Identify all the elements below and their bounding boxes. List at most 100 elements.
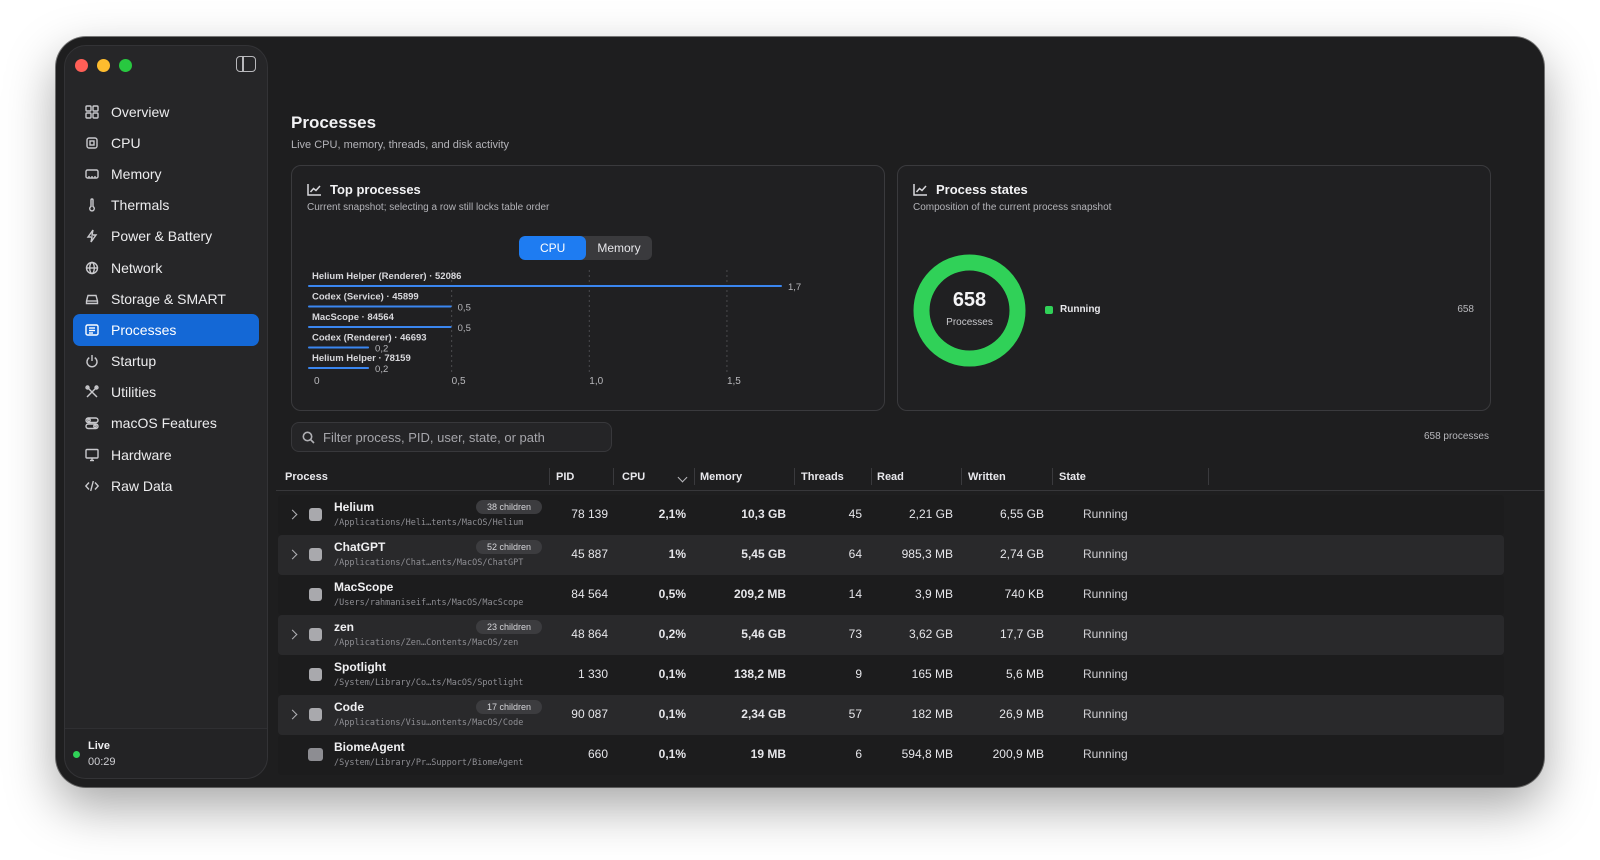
column-divider[interactable] bbox=[794, 468, 795, 485]
column-header-read[interactable]: Read bbox=[877, 463, 904, 491]
sidebar-item-network[interactable]: Network bbox=[73, 252, 259, 283]
sidebar-item-raw-data[interactable]: Raw Data bbox=[73, 470, 259, 501]
expand-chevron-icon[interactable] bbox=[287, 709, 298, 720]
cell-threads: 14 bbox=[848, 587, 862, 601]
process-name: Spotlight bbox=[334, 660, 386, 674]
sidebar-toggle-icon[interactable] bbox=[236, 56, 256, 72]
sidebar-item-utilities[interactable]: Utilities bbox=[73, 377, 259, 408]
column-header-memory[interactable]: Memory bbox=[700, 463, 742, 491]
cell-written: 17,7 GB bbox=[999, 627, 1044, 641]
page-title: Processes bbox=[291, 113, 377, 132]
bar-category-label: Helium Helper (Renderer) · 52086 bbox=[312, 271, 461, 282]
search-icon bbox=[302, 431, 315, 444]
page-subtitle: Live CPU, memory, threads, and disk acti… bbox=[291, 139, 510, 151]
sidebar-item-thermals[interactable]: Thermals bbox=[73, 190, 259, 221]
sidebar-item-storage-smart[interactable]: Storage & SMART bbox=[73, 283, 259, 314]
sidebar-item-startup[interactable]: Startup bbox=[73, 346, 259, 377]
sidebar-item-macos-features[interactable]: macOS Features bbox=[73, 408, 259, 439]
bar-category-label: Helium Helper · 78159 bbox=[312, 353, 411, 364]
cell-written: 200,9 MB bbox=[992, 747, 1044, 761]
column-divider[interactable] bbox=[694, 468, 695, 485]
live-status: Live 00:29 bbox=[65, 728, 267, 778]
sidebar-item-label: Storage & SMART bbox=[111, 290, 226, 307]
sidebar-item-label: Power & Battery bbox=[111, 228, 213, 245]
column-divider[interactable] bbox=[961, 468, 962, 485]
column-header-pid[interactable]: PID bbox=[556, 463, 574, 491]
legend-swatch-running bbox=[1045, 306, 1053, 314]
sidebar-item-label: Startup bbox=[111, 353, 157, 370]
column-header-process[interactable]: Process bbox=[285, 463, 328, 491]
bar bbox=[308, 326, 452, 328]
cell-read: 3,9 MB bbox=[914, 587, 953, 601]
table-header: Process PID CPU Memory Threads Read Writ… bbox=[276, 463, 1544, 491]
sidebar-item-memory[interactable]: Memory bbox=[73, 158, 259, 189]
app-icon bbox=[309, 548, 322, 561]
process-name: BiomeAgent bbox=[334, 740, 405, 754]
column-divider[interactable] bbox=[1208, 468, 1209, 485]
card-title-text: Process states bbox=[936, 182, 1028, 197]
process-name: Code bbox=[334, 700, 364, 714]
cell-pid: 45 887 bbox=[571, 547, 608, 561]
table-row[interactable]: zen /Applications/Zen…Contents/MacOS/zen… bbox=[278, 615, 1504, 655]
bar-value-label: 0,5 bbox=[458, 303, 471, 314]
column-divider[interactable] bbox=[1052, 468, 1053, 485]
app-icon bbox=[309, 588, 322, 601]
column-header-cpu[interactable]: CPU bbox=[622, 463, 645, 491]
zoom-window-button[interactable] bbox=[119, 59, 132, 72]
column-header-threads[interactable]: Threads bbox=[801, 463, 844, 491]
column-header-written[interactable]: Written bbox=[968, 463, 1006, 491]
display-icon bbox=[85, 448, 99, 462]
table-row[interactable]: BiomeAgent /System/Library/Pr…Support/Bi… bbox=[278, 735, 1504, 775]
expand-chevron-icon[interactable] bbox=[287, 509, 298, 520]
sidebar-item-cpu[interactable]: CPU bbox=[73, 127, 259, 158]
table-row[interactable]: Helium /Applications/Heli…tents/MacOS/He… bbox=[278, 495, 1504, 535]
power-icon bbox=[85, 354, 99, 368]
table-row[interactable]: ChatGPT /Applications/Chat…ents/MacOS/Ch… bbox=[278, 535, 1504, 575]
process-path: /Users/rahmaniseif…nts/MacOS/MacScope bbox=[334, 598, 524, 608]
top-processes-card: Top processes Current snapshot; selectin… bbox=[291, 165, 885, 411]
sidebar-item-label: CPU bbox=[111, 134, 141, 151]
line-chart-icon bbox=[913, 184, 927, 196]
sidebar-item-power-battery[interactable]: Power & Battery bbox=[73, 221, 259, 252]
toggles-icon bbox=[85, 416, 99, 430]
sidebar-item-label: Raw Data bbox=[111, 477, 173, 494]
cell-written: 2,74 GB bbox=[999, 547, 1044, 561]
minimize-window-button[interactable] bbox=[97, 59, 110, 72]
children-badge: 52 children bbox=[476, 540, 542, 554]
close-window-button[interactable] bbox=[75, 59, 88, 72]
cell-threads: 45 bbox=[848, 507, 862, 521]
sort-descending-icon[interactable] bbox=[677, 472, 688, 483]
cell-pid: 1 330 bbox=[577, 667, 608, 681]
sidebar-item-overview[interactable]: Overview bbox=[73, 96, 259, 127]
search-input[interactable] bbox=[323, 429, 603, 445]
cell-state: Running bbox=[1083, 707, 1128, 721]
x-tick-label: 0,5 bbox=[452, 376, 466, 387]
process-filter[interactable] bbox=[291, 422, 612, 452]
process-path: /System/Library/Pr…Support/BiomeAgent bbox=[334, 758, 524, 768]
table-row[interactable]: Spotlight /System/Library/Co…ts/MacOS/Sp… bbox=[278, 655, 1504, 695]
cell-state: Running bbox=[1083, 667, 1128, 681]
cell-pid: 84 564 bbox=[571, 587, 608, 601]
cell-memory: 5,45 GB bbox=[741, 547, 786, 561]
column-header-state[interactable]: State bbox=[1059, 463, 1086, 491]
cell-memory: 19 MB bbox=[750, 747, 786, 761]
table-row[interactable]: MacScope /Users/rahmaniseif…nts/MacOS/Ma… bbox=[278, 575, 1504, 615]
app-window: Overview CPU Memory Thermals Power & Bat… bbox=[56, 37, 1544, 787]
sidebar-item-hardware[interactable]: Hardware bbox=[73, 439, 259, 470]
cell-threads: 64 bbox=[848, 547, 862, 561]
cell-threads: 57 bbox=[848, 707, 862, 721]
column-divider[interactable] bbox=[613, 468, 614, 485]
sidebar-item-processes[interactable]: Processes bbox=[73, 314, 259, 346]
bar bbox=[308, 346, 370, 349]
cell-cpu: 0,1% bbox=[658, 747, 686, 761]
expand-chevron-icon[interactable] bbox=[287, 549, 298, 560]
expand-chevron-icon[interactable] bbox=[287, 629, 298, 640]
children-badge: 23 children bbox=[476, 620, 542, 634]
process-states-title: Process states bbox=[913, 182, 1028, 197]
table-row[interactable]: Code /Applications/Visu…ontents/MacOS/Co… bbox=[278, 695, 1504, 735]
cell-memory: 10,3 GB bbox=[741, 507, 786, 521]
column-divider[interactable] bbox=[549, 468, 550, 485]
cell-read: 182 MB bbox=[911, 707, 953, 721]
cell-state: Running bbox=[1083, 747, 1128, 761]
column-divider[interactable] bbox=[871, 468, 872, 485]
